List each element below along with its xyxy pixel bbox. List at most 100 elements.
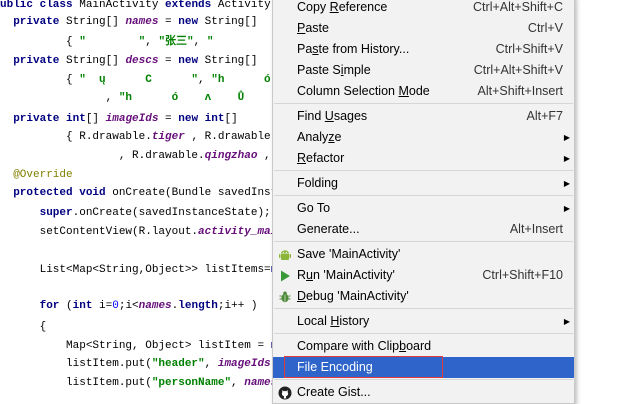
menu-item-local-history[interactable]: Local History ▶	[273, 311, 574, 332]
code-token: @Override	[0, 169, 73, 181]
code-token: imageIds	[217, 358, 271, 370]
menu-item-debug-mainactivity[interactable]: Debug 'MainActivity'	[273, 286, 574, 307]
code-token: descs	[125, 55, 159, 67]
code-token: super	[39, 207, 73, 219]
submenu-arrow-icon: ▶	[563, 317, 570, 326]
menu-item-label: Analyze	[297, 130, 342, 144]
menu-item-label: Generate...	[297, 222, 360, 236]
menu-item-label: Refactor	[297, 151, 345, 165]
menu-item-label: Paste Simple	[297, 63, 371, 77]
code-token: 0	[112, 300, 119, 312]
code-line: , R.drawable.qingzhao , R.	[0, 149, 291, 163]
menu-item-label: File Encoding	[297, 360, 373, 374]
menu-separator	[274, 308, 573, 309]
code-line: { R.drawable.tiger , R.drawable.no	[0, 130, 290, 144]
menu-item-refactor[interactable]: Refactor ▶	[273, 148, 574, 169]
menu-item-label: Compare with Clipboard	[297, 339, 432, 353]
code-line: ublic class MainActivity extends Activit…	[0, 0, 284, 12]
code-line: , "h ó ʌ Ů	[0, 91, 245, 105]
code-token: {	[0, 321, 47, 333]
menu-item-generate[interactable]: Generate... Alt+Insert	[273, 219, 574, 240]
code-token: (	[66, 300, 73, 312]
code-line: @Override	[0, 168, 73, 182]
code-token: length	[178, 300, 218, 312]
code-line: List<Map<String,Object>> listItems=new	[0, 263, 291, 277]
menu-item-shortcut: Alt+F7	[526, 109, 563, 123]
menu-item-create-gist[interactable]: Create Gist...	[273, 382, 574, 403]
menu-item-paste-simple[interactable]: Paste Simple Ctrl+Alt+Shift+V	[273, 60, 574, 81]
code-line: { " ų С ", "h ó	[0, 73, 271, 87]
menu-item-save-mainactivity[interactable]: Save 'MainActivity'	[273, 244, 574, 265]
menu-item-go-to[interactable]: Go To ▶	[273, 198, 574, 219]
code-token: , R.drawable.	[184, 131, 278, 143]
menu-item-label: Paste	[297, 21, 329, 35]
code-token: " "	[79, 36, 146, 48]
code-token: extends	[165, 0, 218, 11]
code-token: =	[158, 113, 179, 125]
code-line: protected void onCreate(Bundle savedInst…	[0, 186, 284, 200]
menu-item-compare-with-clipboard[interactable]: Compare with Clipboard	[273, 336, 574, 357]
code-line: Map<String, Object> listItem = new	[0, 339, 290, 353]
code-token: ,	[145, 36, 159, 48]
menu-item-paste[interactable]: Paste Ctrl+V	[273, 18, 574, 39]
code-token: String[]	[66, 55, 126, 67]
code-token: String[]	[204, 55, 258, 67]
mnemonic-char: H	[330, 314, 340, 328]
code-line: listItem.put("personName", names	[0, 376, 277, 390]
mnemonic-char: z	[328, 130, 335, 144]
code-token: ,	[231, 377, 245, 389]
code-token: ,	[105, 92, 119, 104]
code-token: "h ó	[211, 74, 271, 86]
code-token: qingzhao	[204, 150, 258, 162]
code-token: String[]	[66, 16, 126, 28]
code-token: , R.drawable.	[0, 150, 205, 162]
code-token: new	[178, 16, 205, 28]
menu-item-folding[interactable]: Folding ▶	[273, 173, 574, 194]
code-line: private String[] names = new String[]	[0, 15, 257, 29]
code-token: {	[0, 36, 80, 48]
menu-item-find-usages[interactable]: Find Usages Alt+F7	[273, 106, 574, 127]
code-token: names	[125, 16, 159, 28]
menu-item-label: Create Gist...	[297, 385, 371, 399]
menu-separator	[274, 241, 573, 242]
code-token: " ų С "	[79, 74, 199, 86]
editor-context-menu: Copy Reference Ctrl+Alt+Shift+C Paste Ctrl…	[272, 0, 575, 404]
code-token: protected void	[13, 187, 113, 199]
code-token: imageIds	[105, 113, 159, 125]
mnemonic-char: u	[306, 268, 313, 282]
menu-separator	[274, 170, 573, 171]
code-token: names	[138, 300, 172, 312]
menu-item-shortcut: Ctrl+V	[527, 21, 563, 35]
submenu-arrow-icon: ▶	[563, 179, 570, 188]
code-line: private int[] imageIds = new int[]	[0, 112, 237, 126]
code-token: MainActivity	[79, 0, 166, 11]
code-token: listItem.put(	[0, 358, 152, 370]
code-line: for (int i=0;i<names.length;i++ )	[0, 299, 258, 313]
android-icon	[279, 250, 291, 260]
menu-item-paste-from-history[interactable]: Paste from History... Ctrl+Shift+V	[273, 39, 574, 60]
menu-item-file-encoding[interactable]: File Encoding	[273, 357, 574, 378]
menu-item-run-mainactivity[interactable]: Run 'MainActivity' Ctrl+Shift+F10	[273, 265, 574, 286]
menu-item-label: Debug 'MainActivity'	[297, 289, 409, 303]
menu-item-label: Run 'MainActivity'	[297, 268, 395, 282]
menu-item-shortcut: Ctrl+Alt+Shift+C	[473, 0, 563, 14]
github-icon	[278, 386, 292, 400]
code-token: ,	[198, 74, 212, 86]
code-line: super.onCreate(savedInstanceState);	[0, 206, 271, 220]
menu-item-label: Folding	[297, 176, 338, 190]
menu-item-column-selection-mode[interactable]: Column Selection Mode Alt+Shift+Insert	[273, 81, 574, 102]
mnemonic-char: P	[297, 21, 306, 35]
mnemonic-char: i	[340, 63, 344, 77]
code-token: onCreate(Bundle savedInste	[112, 187, 284, 199]
menu-item-shortcut: Alt+Shift+Insert	[477, 84, 563, 98]
code-line: { " ", "张三", "	[0, 35, 213, 49]
run-icon	[281, 270, 290, 282]
menu-item-copy-reference[interactable]: Copy Reference Ctrl+Alt+Shift+C	[273, 0, 574, 18]
code-line: {	[0, 320, 47, 334]
menu-item-label: Find Usages	[297, 109, 368, 123]
menu-item-analyze[interactable]: Analyze ▶	[273, 127, 574, 148]
